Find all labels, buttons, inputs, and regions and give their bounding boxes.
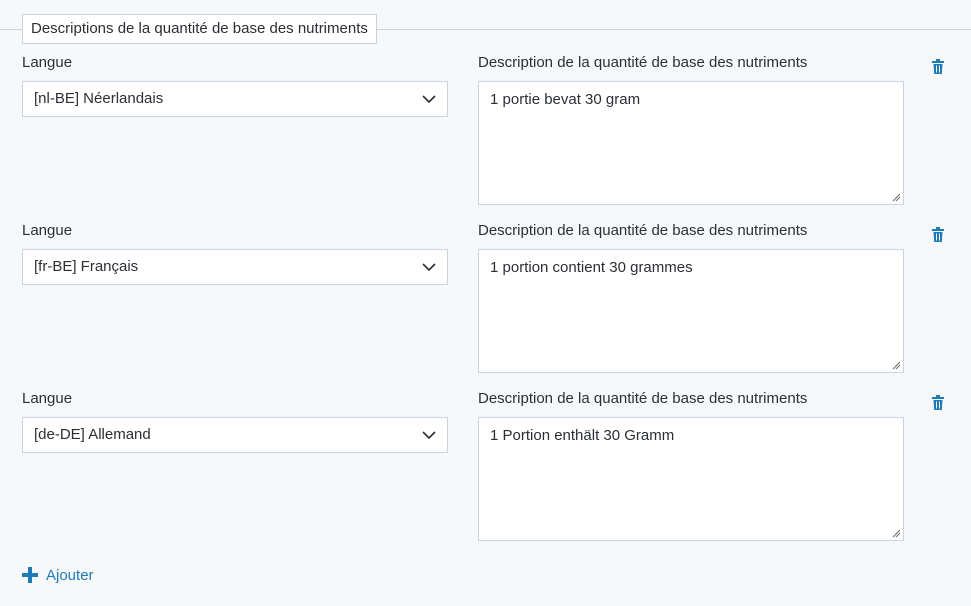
chevron-down-icon [422, 95, 436, 104]
language-select-value: [nl-BE] Néerlandais [34, 90, 164, 107]
plus-icon [22, 567, 38, 583]
fieldset-legend: Descriptions de la quantité de base des … [22, 14, 377, 44]
description-textarea[interactable]: 1 Portion enthält 30 Gramm [478, 417, 904, 541]
language-select[interactable]: [fr-BE] Français [22, 249, 448, 285]
translation-row: Langue Description de la quantité de bas… [0, 53, 971, 218]
language-select[interactable]: [nl-BE] Néerlandais [22, 81, 448, 117]
description-text: 1 portie bevat 30 gram [490, 91, 641, 108]
trash-icon[interactable] [931, 227, 945, 243]
language-label: Langue [22, 390, 73, 407]
add-button-label: Ajouter [46, 566, 94, 584]
trash-icon[interactable] [931, 395, 945, 411]
description-text: 1 Portion enthält 30 Gramm [490, 427, 675, 444]
language-select-value: [fr-BE] Français [34, 258, 139, 275]
add-button[interactable]: Ajouter [22, 564, 94, 586]
language-label: Langue [22, 54, 73, 71]
translation-row: Langue Description de la quantité de bas… [0, 389, 971, 554]
chevron-down-icon [422, 263, 436, 272]
description-label: Description de la quantité de base des n… [478, 390, 808, 407]
description-label: Description de la quantité de base des n… [478, 222, 808, 239]
trash-icon[interactable] [931, 59, 945, 75]
language-select[interactable]: [de-DE] Allemand [22, 417, 448, 453]
description-textarea[interactable]: 1 portion contient 30 grammes [478, 249, 904, 373]
description-text: 1 portion contient 30 grammes [490, 259, 693, 276]
language-label: Langue [22, 222, 73, 239]
resize-grip-icon[interactable] [892, 361, 901, 370]
resize-grip-icon[interactable] [892, 193, 901, 202]
description-textarea[interactable]: 1 portie bevat 30 gram [478, 81, 904, 205]
chevron-down-icon [422, 431, 436, 440]
resize-grip-icon[interactable] [892, 529, 901, 538]
translation-row: Langue Description de la quantité de bas… [0, 221, 971, 386]
language-select-value: [de-DE] Allemand [34, 426, 151, 443]
description-label: Description de la quantité de base des n… [478, 54, 808, 71]
